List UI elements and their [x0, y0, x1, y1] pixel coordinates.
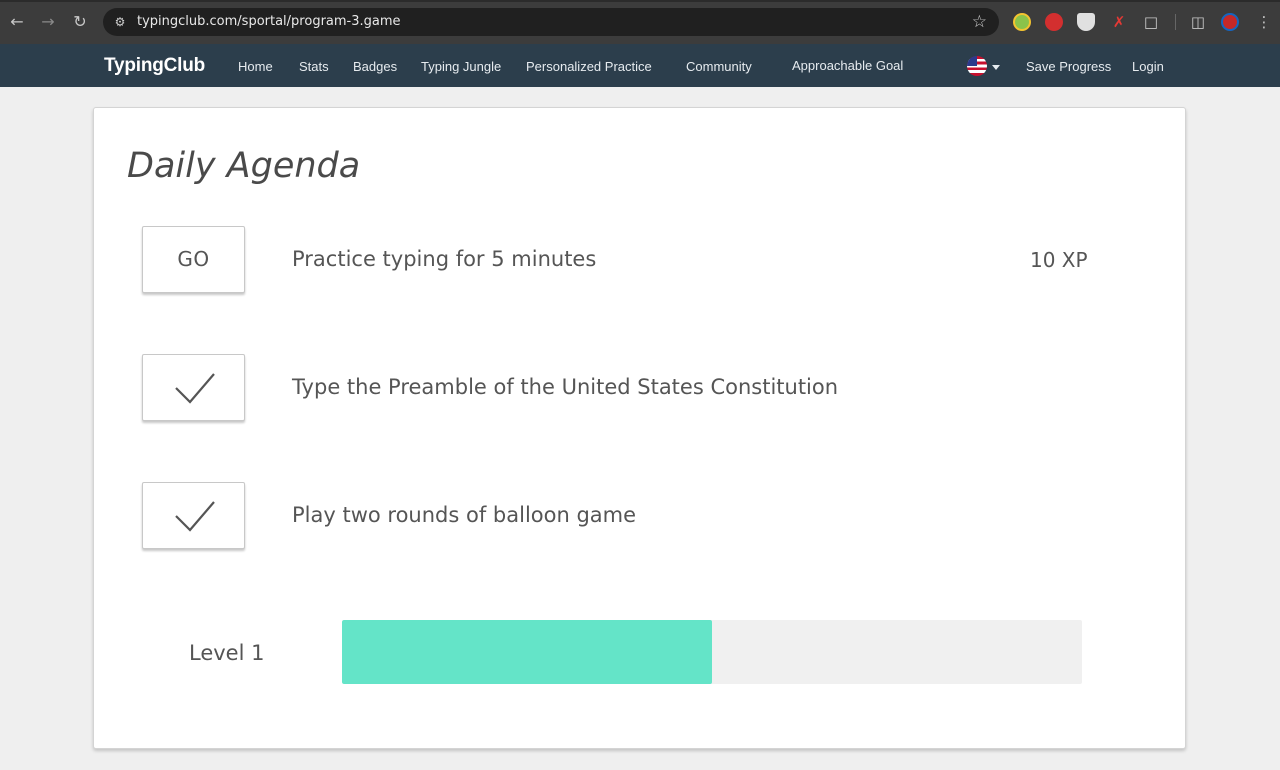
extension-shield-icon[interactable] — [1077, 13, 1095, 31]
nav-stats[interactable]: Stats — [299, 59, 329, 75]
xp-reward: 10 XP — [1030, 248, 1088, 272]
tab-strip-edge — [0, 0, 1280, 2]
extension-color-icon[interactable] — [1013, 13, 1031, 31]
checkmark-icon — [175, 373, 215, 404]
side-panel-icon[interactable]: ◫ — [1188, 12, 1208, 32]
task-done-box — [142, 354, 245, 421]
extension-cross-icon[interactable]: ✗ — [1109, 12, 1129, 32]
chevron-down-icon[interactable] — [992, 65, 1000, 70]
url-text[interactable]: typingclub.com/sportal/program-3.game — [137, 14, 401, 30]
nav-approachable-goal[interactable]: Approachable Goal — [792, 58, 903, 74]
go-button[interactable]: GO — [142, 226, 245, 293]
daily-agenda-card: Daily Agenda GO Practice typing for 5 mi… — [93, 107, 1186, 749]
save-progress-link[interactable]: Save Progress — [1026, 59, 1111, 75]
forward-arrow-icon[interactable]: → — [38, 12, 58, 32]
nav-home[interactable]: Home — [238, 59, 273, 75]
task-done-box — [142, 482, 245, 549]
browser-menu-icon[interactable]: ⋮ — [1254, 12, 1274, 32]
typingclub-logo[interactable]: TypingClub — [104, 56, 205, 76]
site-settings-icon[interactable]: ⚙ — [112, 14, 128, 30]
checkmark-icon — [175, 501, 215, 532]
extensions-puzzle-icon[interactable]: □ — [1141, 12, 1161, 32]
nav-personalized-practice[interactable]: Personalized Practice — [526, 59, 652, 75]
level-label: Level 1 — [189, 641, 265, 665]
login-link[interactable]: Login — [1132, 59, 1164, 75]
nav-typing-jungle[interactable]: Typing Jungle — [421, 59, 501, 75]
profile-avatar-icon[interactable] — [1221, 13, 1239, 31]
level-progress-bar — [342, 620, 1082, 684]
task-text: Practice typing for 5 minutes — [292, 247, 597, 271]
back-arrow-icon[interactable]: ← — [7, 12, 27, 32]
go-button-label[interactable]: GO — [177, 247, 209, 271]
site-header: TypingClub Home Stats Badges Typing Jung… — [0, 44, 1280, 87]
level-progress-fill — [342, 620, 712, 684]
address-bar[interactable]: ⚙ typingclub.com/sportal/program-3.game … — [103, 8, 999, 36]
nav-community[interactable]: Community — [686, 59, 752, 75]
bookmark-star-icon[interactable]: ☆ — [972, 12, 987, 32]
toolbar-divider — [1175, 14, 1176, 30]
page-title: Daily Agenda — [127, 146, 361, 186]
us-flag-icon[interactable] — [967, 56, 987, 76]
nav-badges[interactable]: Badges — [353, 59, 397, 75]
task-text: Play two rounds of balloon game — [292, 503, 637, 527]
task-text: Type the Preamble of the United States C… — [292, 375, 839, 399]
extension-stop-icon[interactable] — [1045, 13, 1063, 31]
reload-icon[interactable]: ↻ — [70, 12, 90, 32]
browser-toolbar: ← → ↻ ⚙ typingclub.com/sportal/program-3… — [0, 0, 1280, 44]
